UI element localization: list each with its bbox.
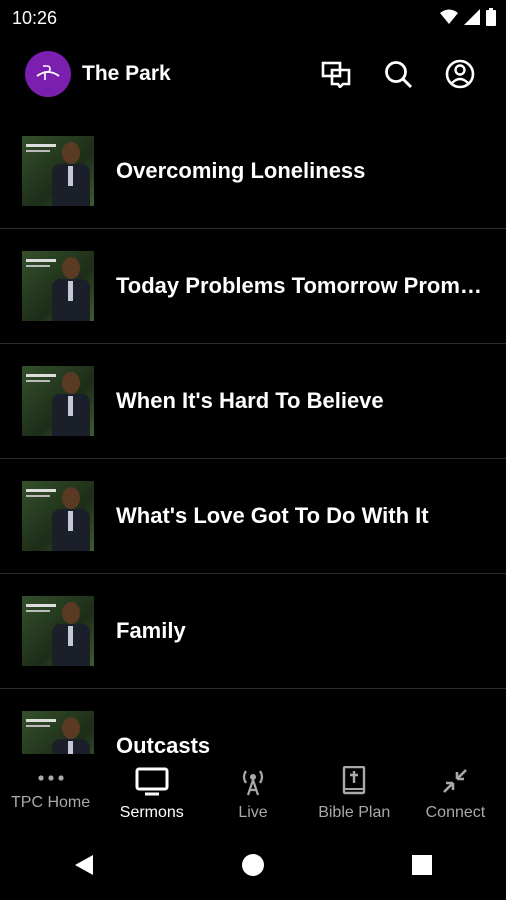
sermon-row[interactable]: When It's Hard To Believe bbox=[0, 344, 506, 459]
sermon-row[interactable]: Family bbox=[0, 574, 506, 689]
sermon-thumbnail bbox=[22, 136, 94, 206]
sermon-thumbnail bbox=[22, 366, 94, 436]
sermon-list[interactable]: Overcoming Loneliness Today Problems Tom… bbox=[0, 114, 506, 754]
recents-icon[interactable] bbox=[411, 854, 433, 876]
wifi-icon bbox=[440, 9, 458, 24]
broadcast-icon bbox=[242, 770, 264, 796]
search-icon[interactable] bbox=[382, 58, 414, 90]
status-icons bbox=[440, 8, 496, 26]
app-actions bbox=[320, 58, 476, 90]
home-icon[interactable] bbox=[241, 853, 265, 877]
sermon-row[interactable]: What's Love Got To Do With It bbox=[0, 459, 506, 574]
account-icon[interactable] bbox=[444, 58, 476, 90]
battery-icon bbox=[486, 8, 496, 26]
sermon-title: Family bbox=[116, 618, 186, 643]
tv-icon bbox=[135, 767, 169, 796]
logo-mark-icon bbox=[36, 65, 60, 80]
back-icon[interactable] bbox=[73, 853, 95, 877]
system-navigation-bar bbox=[0, 830, 506, 900]
nav-label: Bible Plan bbox=[318, 804, 391, 821]
nav-live[interactable]: Live bbox=[202, 754, 303, 830]
sermon-title: Overcoming Loneliness bbox=[116, 158, 366, 183]
bible-icon bbox=[343, 766, 366, 795]
status-bar: 10:26 bbox=[0, 0, 506, 36]
nav-connect[interactable]: Connect bbox=[405, 754, 506, 830]
chat-icon[interactable] bbox=[320, 58, 352, 90]
sermon-row[interactable]: Outcasts bbox=[0, 689, 506, 754]
nav-tpc-home[interactable]: TPC Home bbox=[0, 754, 101, 830]
sermon-thumbnail bbox=[22, 251, 94, 321]
sermon-title: What's Love Got To Do With It bbox=[116, 503, 429, 528]
church-logo bbox=[25, 51, 71, 97]
nav-label: Sermons bbox=[119, 804, 184, 821]
bottom-navigation: TPC Home Sermons Live Bible Plan Connect bbox=[0, 754, 506, 830]
sermon-thumbnail bbox=[22, 711, 94, 754]
app-bar: The Park bbox=[0, 36, 506, 112]
nav-sermons[interactable]: Sermons bbox=[101, 754, 202, 830]
compress-icon bbox=[443, 769, 468, 793]
sermon-title: Today Problems Tomorrow Promises bbox=[116, 273, 488, 298]
sermon-thumbnail bbox=[22, 596, 94, 666]
nav-label: TPC Home bbox=[11, 794, 91, 811]
sermon-title: Outcasts bbox=[116, 733, 211, 754]
signal-icon bbox=[464, 9, 480, 25]
sermon-row[interactable]: Today Problems Tomorrow Promises bbox=[0, 229, 506, 344]
nav-bible-plan[interactable]: Bible Plan bbox=[304, 754, 405, 830]
status-time: 10:26 bbox=[12, 8, 58, 28]
sermon-row[interactable]: Overcoming Loneliness bbox=[0, 114, 506, 229]
more-dots-icon bbox=[37, 775, 64, 781]
app-title: The Park bbox=[82, 62, 171, 85]
nav-label: Live bbox=[238, 804, 268, 821]
sermon-title: When It's Hard To Believe bbox=[116, 388, 384, 413]
nav-label: Connect bbox=[425, 804, 486, 821]
sermon-thumbnail bbox=[22, 481, 94, 551]
